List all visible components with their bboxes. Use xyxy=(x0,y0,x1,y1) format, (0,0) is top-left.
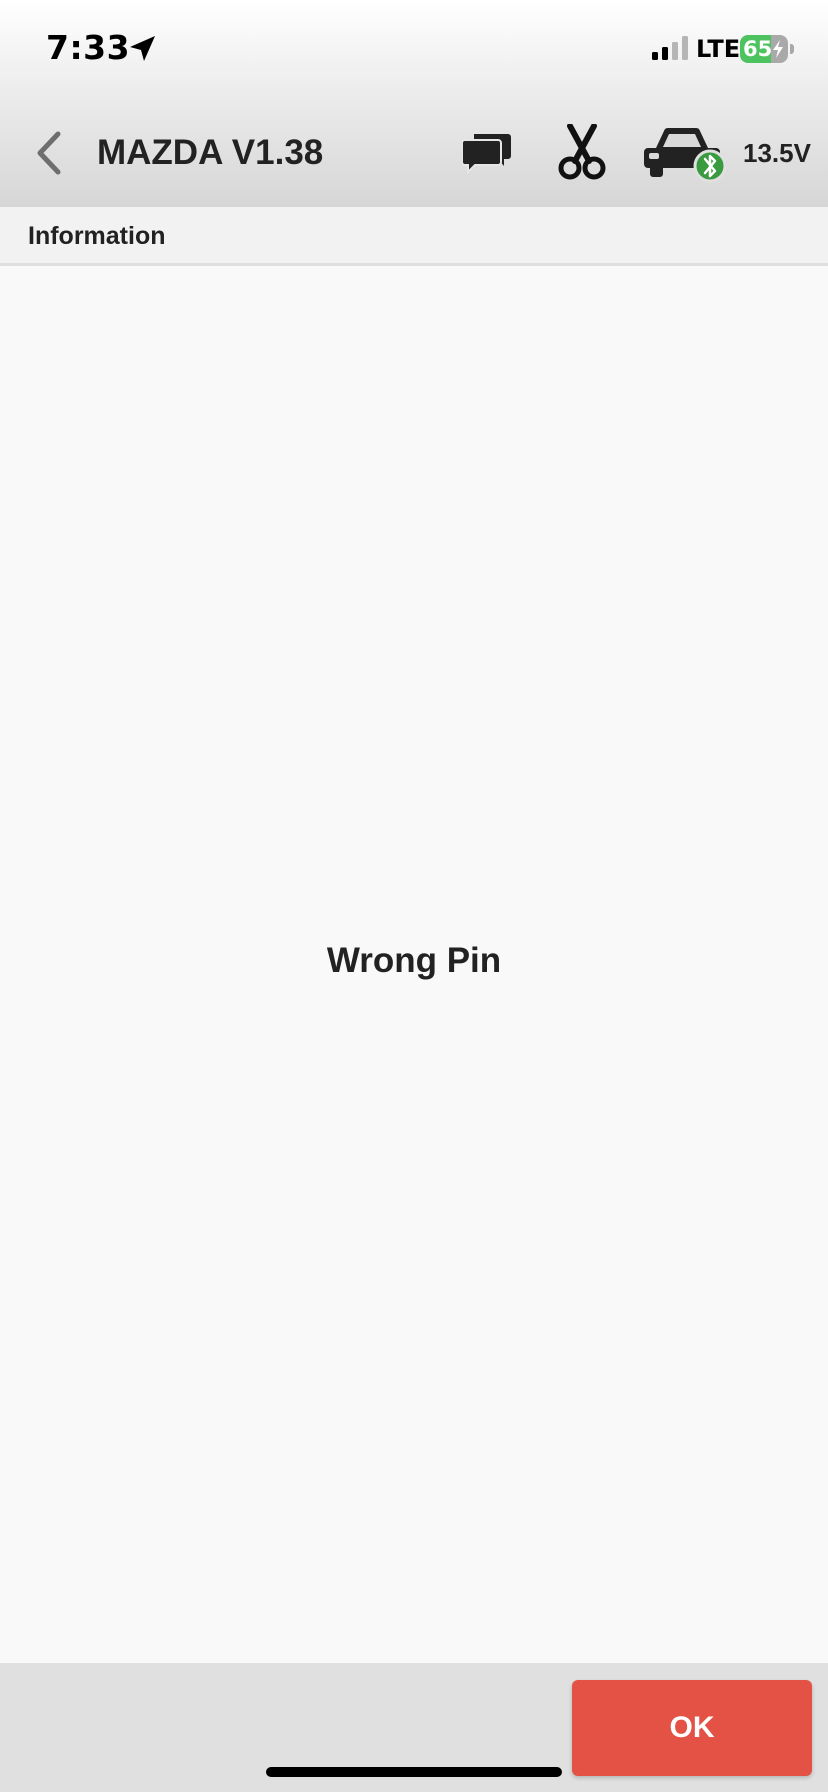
section-header: Information xyxy=(0,207,828,266)
message-area: Wrong Pin xyxy=(0,269,828,1663)
cellular-signal-icon xyxy=(652,36,688,60)
battery-body: 65 xyxy=(740,35,788,63)
section-title: Information xyxy=(28,222,166,250)
status-time: 7:33 xyxy=(46,28,131,67)
app-header: MAZDA V1.38 13.5V xyxy=(0,100,828,207)
location-arrow-icon xyxy=(130,36,155,61)
scissors-icon[interactable] xyxy=(557,124,607,180)
app-title: MAZDA V1.38 xyxy=(97,133,324,172)
status-bar: 7:33 LTE 65 xyxy=(0,0,828,100)
app-screen: 7:33 LTE 65 MAZDA V1.38 13.5V Informatio… xyxy=(0,0,828,1792)
network-type: LTE xyxy=(696,35,741,63)
top-area: 7:33 LTE 65 MAZDA V1.38 13.5V xyxy=(0,0,828,207)
chat-bubbles-icon[interactable] xyxy=(462,130,512,176)
battery-charging-icon: 65 xyxy=(740,35,794,63)
car-bluetooth-icon[interactable] xyxy=(644,124,728,184)
battery-voltage: 13.5V xyxy=(743,138,811,168)
error-message: Wrong Pin xyxy=(326,941,502,980)
back-chevron-icon[interactable] xyxy=(30,128,70,178)
charging-bolt-icon xyxy=(773,40,783,58)
home-indicator[interactable] xyxy=(266,1767,562,1777)
battery-cap xyxy=(790,44,794,54)
ok-button[interactable]: OK xyxy=(572,1680,812,1776)
